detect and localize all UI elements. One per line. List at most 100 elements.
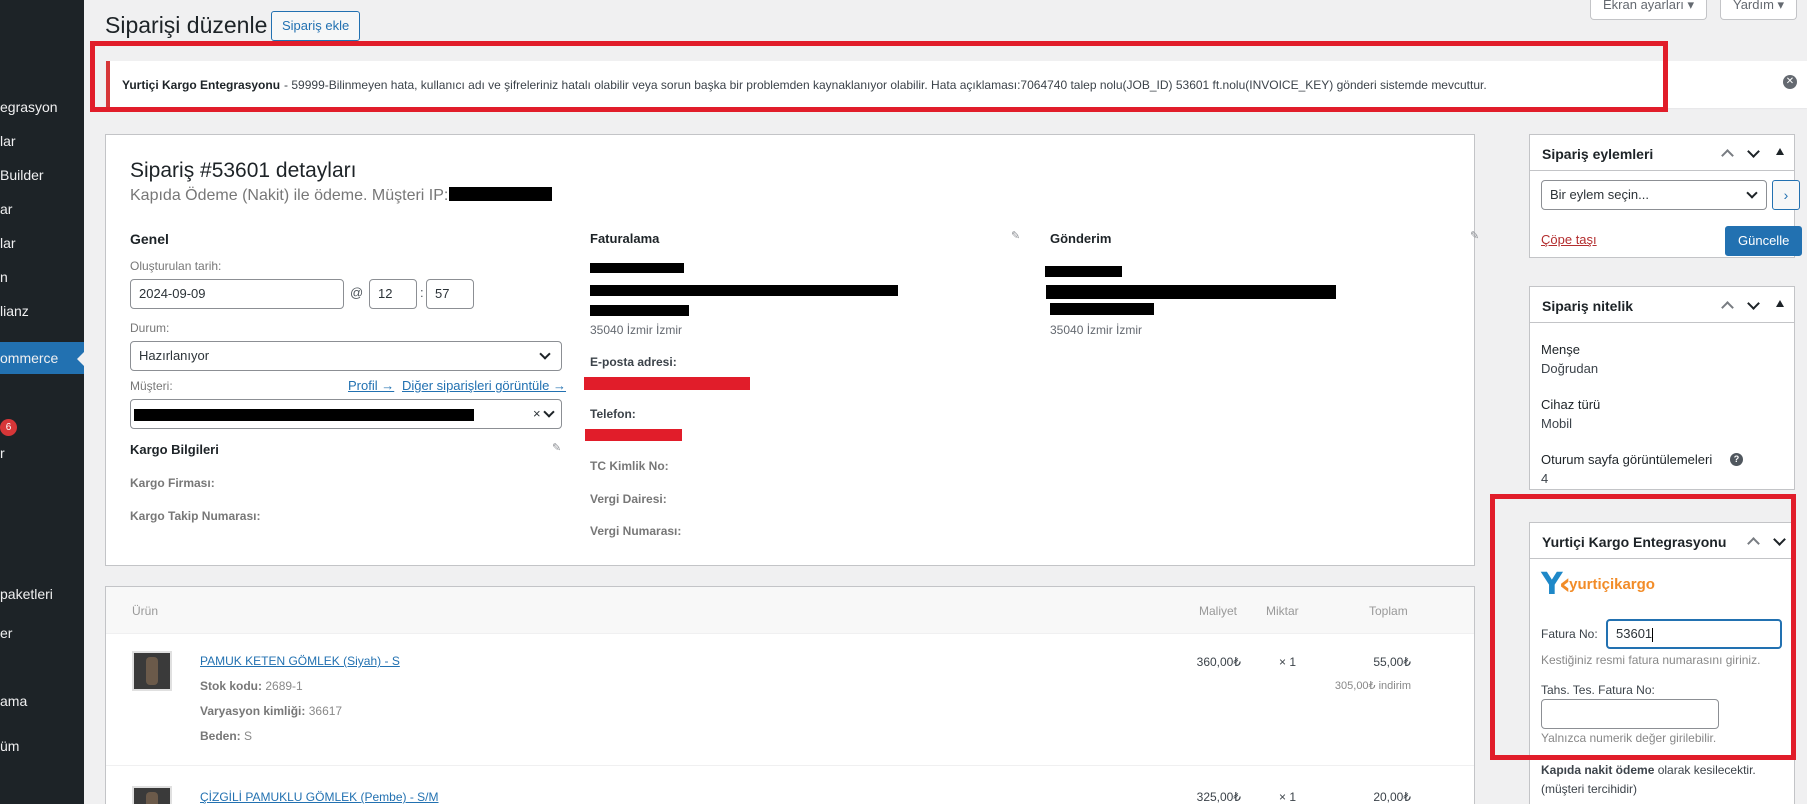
order-subheading: Kapıda Ödeme (Nakit) ile ödeme. Müşteri … [130, 187, 449, 204]
cargo-info-title: Kargo Bilgileri [130, 442, 219, 457]
clear-customer-icon[interactable]: × [533, 400, 541, 428]
other-orders-link[interactable]: Diğer siparişleri görüntüle → [402, 378, 566, 393]
move-up-icon[interactable] [1746, 535, 1762, 547]
sidebar-item-builder[interactable]: Builder [0, 167, 44, 183]
sidebar-item-updates[interactable]: 6 [0, 417, 17, 436]
sidebar-item-13[interactable]: üm [0, 738, 19, 754]
toggle-panel-icon[interactable] [1772, 147, 1788, 159]
sidebar-item-allianz[interactable]: lianz [0, 303, 29, 319]
add-order-button[interactable]: Sipariş ekle [271, 11, 361, 41]
move-up-icon[interactable] [1720, 299, 1736, 311]
pageviews-value: 4 [1541, 471, 1549, 486]
billing-title: Faturalama [590, 231, 660, 246]
customer-profile-link[interactable]: Profil → [348, 378, 394, 393]
move-down-icon[interactable] [1746, 299, 1762, 311]
sidebar-item-label: ar [0, 201, 13, 217]
general-title: Genel [130, 231, 169, 247]
product-link[interactable]: PAMUK KETEN GÖMLEK (Siyah) - S [200, 654, 400, 668]
status-value: Hazırlanıyor [139, 348, 210, 363]
current-menu-arrow [77, 351, 84, 367]
invoice-label: Fatura No: [1541, 627, 1598, 641]
collection-invoice-input[interactable] [1541, 699, 1719, 729]
item-cost: 360,00₺ [1196, 655, 1241, 669]
chevron-down-icon [539, 348, 551, 360]
order-attribution-box: Sipariş nitelik Menşe Doğrudan Cihaz tür… [1529, 286, 1795, 490]
yurtici-kargo-box: Yurtiçi Kargo Entegrasyonu Y‹ yurtiçikar… [1529, 522, 1795, 804]
sidebar-item-woocommerce[interactable]: ommerce [0, 342, 84, 374]
sidebar-item-label: lar [0, 235, 16, 251]
sidebar-item-label: paketleri [0, 586, 53, 602]
product-thumbnail [132, 786, 172, 804]
logo-word-a: yurtiçi [1569, 576, 1615, 593]
sidebar-item-label: er [0, 625, 13, 641]
sidebar-item-11[interactable]: er [0, 625, 12, 641]
dismiss-icon[interactable]: ✕ [1783, 75, 1797, 89]
apply-action-button[interactable]: › [1772, 180, 1800, 210]
sidebar-item-4[interactable]: lar [0, 235, 16, 251]
order-heading: Sipariş #53601 detayları [130, 159, 357, 182]
order-actions-header: Sipariş eylemleri [1530, 135, 1794, 171]
hour-input[interactable]: 12 [369, 279, 417, 309]
cargo-tracking-label: Kargo Takip Numarası: [130, 509, 261, 523]
yurtici-title: Yurtiçi Kargo Entegrasyonu [1542, 534, 1727, 550]
order-action-select[interactable]: Bir eylem seçin... [1541, 180, 1767, 210]
redacted-shipping-district [1050, 303, 1154, 315]
sidebar-item-5[interactable]: n [0, 269, 8, 285]
status-label: Durum: [130, 321, 170, 335]
phone-label: Telefon: [590, 407, 636, 421]
sidebar-item-1[interactable]: lar [0, 133, 16, 149]
sidebar-item-label: lar [0, 133, 16, 149]
product-link[interactable]: ÇİZGİLİ PAMUKLU GÖMLEK (Pembe) - S/M [200, 790, 439, 804]
move-down-icon[interactable] [1746, 147, 1762, 159]
status-select[interactable]: Hazırlanıyor [130, 341, 562, 371]
sidebar-item-label: r [0, 445, 5, 461]
help-tab[interactable]: Yardım ▾ [1720, 0, 1798, 20]
customer-select[interactable]: × [130, 399, 562, 429]
tax-office-label: Vergi Dairesi: [590, 492, 667, 506]
sidebar-item-label: üm [0, 738, 20, 754]
help-icon[interactable]: ? [1730, 453, 1743, 466]
edit-cargo-icon[interactable]: ✎ [552, 441, 564, 454]
origin-label: Menşe [1541, 342, 1581, 357]
collection-invoice-desc: Yalnızca numerik değer girilebilir. [1541, 731, 1717, 745]
sidebar-item-integration[interactable]: egrasyon [0, 99, 58, 115]
move-to-trash-link[interactable]: Çöpe taşı [1541, 232, 1597, 247]
invoice-number-input[interactable]: 53601 [1606, 619, 1782, 649]
order-actions-title: Sipariş eylemleri [1542, 146, 1654, 162]
sidebar-item-9[interactable]: r [0, 445, 5, 461]
billing-city: 35040 İzmir İzmir [590, 323, 683, 337]
edit-billing-icon[interactable]: ✎ [1011, 229, 1023, 242]
move-down-icon[interactable] [1772, 535, 1788, 547]
variation-value: 36617 [308, 704, 343, 718]
payment-note: Kapıda nakit ödeme olarak kesilecektir. [1541, 763, 1756, 777]
col-total: Toplam [1369, 604, 1408, 618]
box-controls [1746, 535, 1788, 547]
device-value: Mobil [1541, 416, 1573, 431]
sidebar-item-label: egrasyon [0, 99, 58, 115]
update-button[interactable]: Güncelle [1725, 226, 1803, 256]
redacted-customer [134, 409, 474, 421]
item-cost: 325,00₺ [1196, 790, 1241, 804]
edit-shipping-icon[interactable]: ✎ [1470, 229, 1482, 242]
sidebar-item-12[interactable]: ama [0, 693, 27, 709]
invoice-number-value: 53601 [1616, 626, 1653, 641]
redacted-shipping-name [1045, 266, 1122, 277]
chevron-down-icon [1746, 187, 1758, 199]
redacted-ip [449, 187, 552, 201]
sku-meta: Stok kodu: 2689-1 [200, 679, 303, 693]
redacted-billing-district [590, 305, 689, 316]
invoice-desc: Kestiğiniz resmi fatura numarasını girin… [1541, 653, 1761, 667]
col-cost: Maliyet [1199, 604, 1238, 618]
chevron-down-icon [543, 406, 555, 418]
screen-options-tab[interactable]: Ekran ayarları ▾ [1590, 0, 1708, 20]
minute-input[interactable]: 57 [426, 279, 474, 309]
sidebar-item-packages[interactable]: paketleri [0, 586, 53, 602]
sidebar-item-3[interactable]: ar [0, 201, 12, 217]
payment-method-bold: Kapıda nakit ödeme [1541, 763, 1655, 777]
notice-source: Yurtiçi Kargo Entegrasyonu [122, 77, 281, 92]
created-date-input[interactable]: 2024-09-09 [130, 279, 344, 309]
yurtici-logo-mark: Y‹ [1541, 567, 1571, 602]
sku-label: Stok kodu: [200, 679, 262, 693]
move-up-icon[interactable] [1720, 147, 1736, 159]
toggle-panel-icon[interactable] [1772, 299, 1788, 311]
